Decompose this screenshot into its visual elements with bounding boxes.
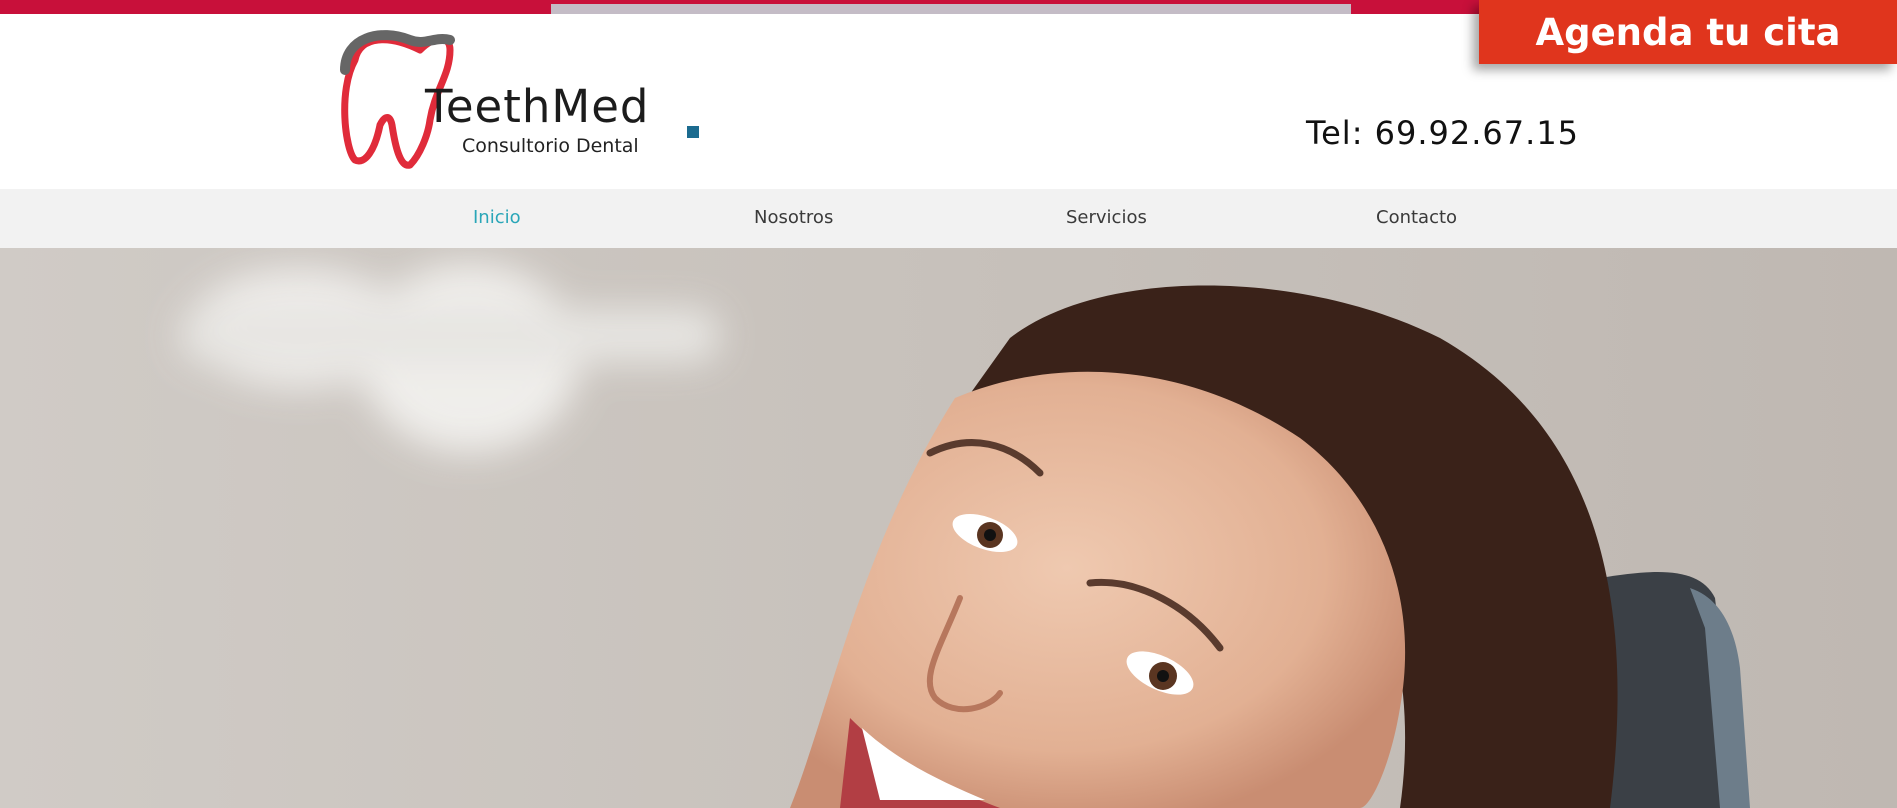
main-navigation: Inicio Nosotros Servicios Contacto — [0, 189, 1897, 248]
smiling-patient-image — [180, 263, 1750, 808]
logo-subtitle: Consultorio Dental — [462, 135, 639, 157]
nav-item-servicios[interactable]: Servicios — [1066, 207, 1147, 228]
decorative-dot — [687, 126, 699, 138]
nav-item-inicio[interactable]: Inicio — [473, 207, 521, 228]
nav-item-nosotros[interactable]: Nosotros — [754, 207, 833, 228]
book-appointment-button[interactable]: Agenda tu cita — [1479, 0, 1897, 64]
logo-wordmark: TeethMed — [425, 80, 650, 133]
hero-image — [0, 248, 1897, 808]
nav-item-contacto[interactable]: Contacto — [1376, 207, 1457, 228]
top-progress-stripe — [551, 4, 1351, 14]
phone-number: Tel: 69.92.67.15 — [1306, 114, 1580, 152]
